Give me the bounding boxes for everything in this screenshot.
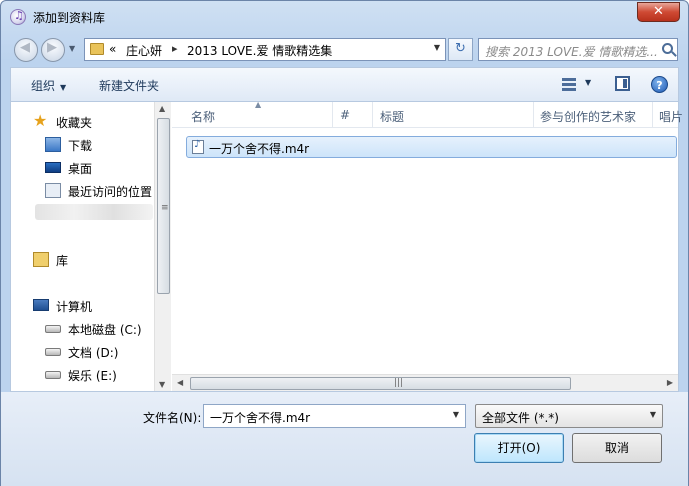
dialog-footer: 文件名(N): 一万个舍不得.m4r ▼ 全部文件 (*.*) ▼ 打开(O) … bbox=[1, 392, 688, 486]
open-button[interactable]: 打开(O) bbox=[474, 433, 564, 463]
change-view-icon[interactable] bbox=[562, 78, 576, 91]
search-box[interactable]: 搜索 2013 LOVE.爱 情歌精选... bbox=[478, 38, 678, 61]
close-button[interactable]: ✕ bbox=[637, 2, 680, 22]
breadcrumb-chevron-icon[interactable]: ▸ bbox=[172, 42, 178, 55]
column-header-name[interactable]: 名称 bbox=[191, 108, 215, 125]
sidebar-item-label: 本地磁盘 (C:) bbox=[68, 323, 142, 337]
hard-disk-icon bbox=[45, 325, 61, 333]
sidebar-item-label: 计算机 bbox=[56, 300, 93, 314]
navigation-pane: ★ 收藏夹 下载 桌面 最近访问的位置 库 计算机 本地磁盘 (C:) 文档 (… bbox=[11, 102, 172, 391]
sidebar-item-label: 文档 (D:) bbox=[68, 346, 119, 360]
sidebar-item-label: 娱乐 (E:) bbox=[68, 369, 117, 383]
cancel-button[interactable]: 取消 bbox=[572, 433, 662, 463]
sidebar-item-label: 下载 bbox=[68, 139, 93, 153]
file-type-select[interactable]: 全部文件 (*.*) ▼ bbox=[475, 404, 663, 428]
chevron-down-icon: ▼ bbox=[60, 83, 67, 92]
help-icon[interactable]: ? bbox=[651, 76, 668, 93]
breadcrumb-overflow[interactable]: « bbox=[109, 42, 116, 56]
new-folder-button[interactable]: 新建文件夹 bbox=[99, 77, 159, 94]
browser-content: ★ 收藏夹 下载 桌面 最近访问的位置 库 计算机 本地磁盘 (C:) 文档 (… bbox=[10, 100, 683, 392]
library-icon bbox=[33, 252, 49, 267]
sidebar-item-label: 最近访问的位置 bbox=[68, 185, 153, 199]
blurred-sidebar-item bbox=[35, 204, 153, 220]
breadcrumb-item-album[interactable]: 2013 LOVE.爱 情歌精选集 bbox=[187, 42, 332, 59]
folder-icon bbox=[90, 43, 104, 55]
address-dropdown-icon[interactable]: ▼ bbox=[434, 43, 440, 52]
sidebar-vertical-scrollbar[interactable]: ▲ ≡ ▼ bbox=[154, 102, 171, 391]
grip-icon: ||| bbox=[394, 378, 404, 388]
column-header-artist[interactable]: 参与创作的艺术家 bbox=[540, 108, 636, 125]
scroll-thumb[interactable]: ||| bbox=[190, 377, 571, 390]
window-title: 添加到资料库 bbox=[33, 11, 106, 25]
column-divider[interactable] bbox=[372, 102, 373, 128]
organize-button[interactable]: 组织 ▼ bbox=[31, 77, 66, 94]
recent-places-icon bbox=[45, 183, 61, 198]
star-icon: ★ bbox=[33, 111, 48, 130]
hard-disk-icon bbox=[45, 348, 61, 356]
forward-button[interactable]: ▶ bbox=[41, 38, 65, 62]
forward-arrow-icon: ▶ bbox=[47, 40, 57, 55]
search-input[interactable]: 搜索 2013 LOVE.爱 情歌精选... bbox=[485, 43, 658, 60]
preview-pane-icon[interactable] bbox=[615, 76, 630, 91]
chevron-down-icon: ▼ bbox=[649, 410, 656, 419]
desktop-icon bbox=[45, 162, 61, 173]
computer-icon bbox=[33, 299, 49, 311]
audio-file-icon bbox=[192, 139, 204, 154]
column-divider[interactable] bbox=[652, 102, 653, 128]
command-bar: 组织 ▼ 新建文件夹 ▼ ? bbox=[10, 67, 679, 101]
download-folder-icon bbox=[45, 137, 61, 152]
sidebar-item-label: 库 bbox=[56, 254, 69, 268]
filename-label: 文件名(N): bbox=[143, 411, 202, 425]
view-options-dropdown-icon[interactable]: ▼ bbox=[585, 78, 591, 87]
recent-pages-dropdown-icon[interactable]: ▼ bbox=[69, 44, 75, 53]
filename-dropdown-icon[interactable]: ▼ bbox=[453, 410, 459, 419]
itunes-icon bbox=[10, 9, 26, 25]
file-name: 一万个舍不得.m4r bbox=[209, 142, 310, 156]
address-bar[interactable]: « 庄心妍 ▸ 2013 LOVE.爱 情歌精选集 ▼ bbox=[84, 38, 446, 61]
search-icon[interactable] bbox=[662, 43, 673, 54]
file-list-horizontal-scrollbar[interactable]: ◀ ||| ▶ bbox=[172, 374, 678, 391]
sort-ascending-icon: ▲ bbox=[255, 100, 262, 109]
back-button[interactable]: ◀ bbox=[14, 38, 38, 62]
refresh-button[interactable]: ↻ bbox=[448, 38, 473, 61]
column-header-album[interactable]: 唱片 bbox=[659, 108, 683, 125]
sidebar-item-label: 收藏夹 bbox=[56, 116, 93, 130]
column-headers: 名称 ▲ # 标题 参与创作的艺术家 唱片 bbox=[172, 100, 683, 128]
breadcrumb-item-zhuangxinyan[interactable]: 庄心妍 bbox=[126, 42, 162, 59]
scroll-thumb[interactable]: ≡ bbox=[157, 118, 170, 294]
column-header-title[interactable]: 标题 bbox=[380, 108, 404, 125]
scroll-right-icon[interactable]: ▶ bbox=[667, 378, 673, 387]
sidebar-item-label: 桌面 bbox=[68, 162, 93, 176]
filename-field[interactable]: 一万个舍不得.m4r ▼ bbox=[203, 404, 466, 428]
add-to-library-dialog: 添加到资料库 ✕ ◀ ▶ ▼ « 庄心妍 ▸ 2013 LOVE.爱 情歌精选集… bbox=[0, 0, 689, 486]
scroll-up-icon[interactable]: ▲ bbox=[159, 104, 165, 113]
column-header-number[interactable]: # bbox=[340, 108, 350, 122]
file-list-pane: 名称 ▲ # 标题 参与创作的艺术家 唱片 一万个舍不得.m4r ◀ ||| ▶ bbox=[172, 100, 683, 391]
organize-label: 组织 bbox=[31, 79, 56, 93]
scroll-down-icon[interactable]: ▼ bbox=[159, 380, 165, 389]
list-item[interactable]: 一万个舍不得.m4r bbox=[186, 136, 677, 158]
scroll-left-icon[interactable]: ◀ bbox=[177, 378, 183, 387]
grip-icon: ≡ bbox=[161, 203, 169, 213]
hard-disk-icon bbox=[45, 371, 61, 379]
navigation-bar: ◀ ▶ ▼ « 庄心妍 ▸ 2013 LOVE.爱 情歌精选集 ▼ ↻ 搜索 2… bbox=[1, 33, 688, 67]
back-arrow-icon: ◀ bbox=[20, 40, 30, 55]
column-divider[interactable] bbox=[533, 102, 534, 128]
file-type-value: 全部文件 (*.*) bbox=[482, 411, 559, 425]
title-bar: 添加到资料库 ✕ bbox=[1, 1, 688, 33]
filename-value: 一万个舍不得.m4r bbox=[210, 411, 311, 425]
column-divider[interactable] bbox=[332, 102, 333, 128]
